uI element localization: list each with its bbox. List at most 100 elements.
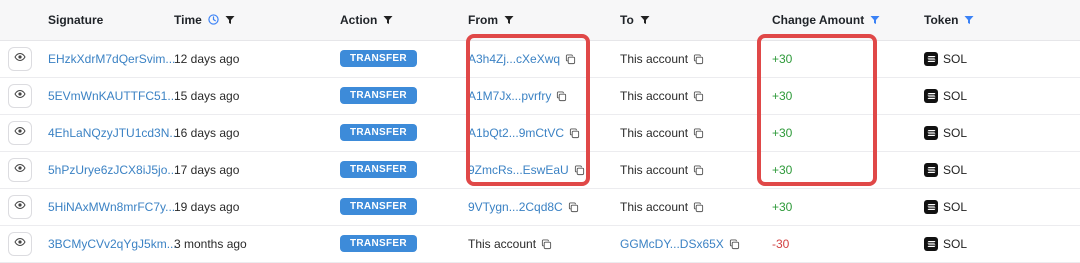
time-text: 19 days ago <box>174 199 240 214</box>
filter-icon[interactable] <box>640 15 650 25</box>
signature-link[interactable]: EHzkXdrM7dQerSvim... <box>48 52 175 66</box>
eye-icon <box>14 51 26 66</box>
time-text: 15 days ago <box>174 88 240 103</box>
token-symbol[interactable]: SOL <box>943 89 967 103</box>
from-cell: 9VTygn...2Cqd8C <box>468 188 620 226</box>
time-cell: 15 days ago <box>164 77 300 115</box>
filter-icon[interactable] <box>504 15 514 25</box>
clock-icon[interactable] <box>208 14 219 25</box>
token-symbol[interactable]: SOL <box>943 237 967 251</box>
action-badge: TRANSFER <box>340 198 417 215</box>
token-cell: SOL <box>924 40 1080 78</box>
eye-icon <box>14 162 26 177</box>
action-badge: TRANSFER <box>340 87 417 104</box>
filter-icon[interactable] <box>870 15 880 25</box>
from-cell: This account <box>468 225 620 263</box>
signature-cell: 5HiNAxMWn8mrFC7y... <box>38 188 175 226</box>
signature-link[interactable]: 4EhLaNQzyJTU1cd3N... <box>48 126 179 140</box>
time-cell: 12 days ago <box>164 40 300 78</box>
view-details-button[interactable] <box>8 46 32 71</box>
action-cell: TRANSFER <box>300 188 468 226</box>
sol-logo-icon <box>924 51 938 66</box>
header-time: Time <box>164 0 300 41</box>
to-cell: This account <box>620 188 772 226</box>
action-cell: TRANSFER <box>300 225 468 263</box>
signature-cell: EHzkXdrM7dQerSvim... <box>38 40 175 78</box>
token-symbol[interactable]: SOL <box>943 163 967 177</box>
signature-cell: 5EVmWnKAUTTFC51... <box>38 77 177 115</box>
token-symbol[interactable]: SOL <box>943 126 967 140</box>
time-cell: 16 days ago <box>164 114 300 152</box>
time-cell: 17 days ago <box>164 151 300 189</box>
view-details-button[interactable] <box>8 83 32 108</box>
token-cell: SOL <box>924 225 1080 263</box>
amount-cell: +30 <box>772 188 924 226</box>
token-cell: SOL <box>924 188 1080 226</box>
copy-icon[interactable] <box>568 201 579 213</box>
copy-icon[interactable] <box>693 201 704 213</box>
sol-logo-icon <box>924 125 938 140</box>
action-cell: TRANSFER <box>300 151 468 189</box>
change-amount: -30 <box>772 236 790 251</box>
action-badge: TRANSFER <box>340 124 417 141</box>
row-view-cell <box>0 151 38 189</box>
row-view-cell <box>0 40 38 78</box>
action-badge: TRANSFER <box>340 235 417 252</box>
time-text: 12 days ago <box>174 51 240 66</box>
token-symbol[interactable]: SOL <box>943 52 967 66</box>
eye-icon <box>14 199 26 214</box>
time-cell: 3 months ago <box>164 225 300 263</box>
view-details-button[interactable] <box>8 194 32 219</box>
from-address[interactable]: 9VTygn...2Cqd8C <box>468 200 563 214</box>
signature-link[interactable]: 3BCMyCVv2qYgJ5km... <box>48 237 177 251</box>
sol-logo-icon <box>924 88 938 103</box>
from-address: This account <box>468 236 537 251</box>
sol-logo-icon <box>924 199 938 214</box>
change-amount: +30 <box>772 199 793 214</box>
eye-icon <box>14 125 26 140</box>
view-details-button[interactable] <box>8 120 32 145</box>
to-address: This account <box>620 51 689 66</box>
to-cell: This account <box>620 114 772 152</box>
action-cell: TRANSFER <box>300 40 468 78</box>
sol-logo-icon <box>924 162 938 177</box>
transactions-panel: Signature Time Action From To Change Amo… <box>0 0 1080 263</box>
filter-icon[interactable] <box>383 15 393 25</box>
signature-cell: 4EhLaNQzyJTU1cd3N... <box>38 114 179 152</box>
to-address: This account <box>620 88 689 103</box>
row-view-cell <box>0 114 38 152</box>
from-column-highlight <box>466 34 590 186</box>
copy-icon[interactable] <box>693 127 704 139</box>
copy-icon[interactable] <box>693 90 704 102</box>
signature-cell: 5hPzUrye6zJCX8iJ5jo... <box>38 151 177 189</box>
header-spacer <box>0 0 38 41</box>
to-address: This account <box>620 199 689 214</box>
copy-icon[interactable] <box>729 238 740 250</box>
action-badge: TRANSFER <box>340 50 417 67</box>
copy-icon[interactable] <box>693 53 704 65</box>
eye-icon <box>14 236 26 251</box>
view-details-button[interactable] <box>8 157 32 182</box>
time-text: 17 days ago <box>174 162 240 177</box>
filter-icon[interactable] <box>225 15 235 25</box>
view-details-button[interactable] <box>8 231 32 256</box>
header-action-label: Action <box>340 12 378 27</box>
header-change-amount-label: Change Amount <box>772 12 865 27</box>
time-cell: 19 days ago <box>164 188 300 226</box>
token-cell: SOL <box>924 151 1080 189</box>
signature-link[interactable]: 5HiNAxMWn8mrFC7y... <box>48 200 175 214</box>
signature-link[interactable]: 5EVmWnKAUTTFC51... <box>48 89 177 103</box>
token-symbol[interactable]: SOL <box>943 200 967 214</box>
copy-icon[interactable] <box>541 238 552 250</box>
time-text: 3 months ago <box>174 236 247 251</box>
table-row: 3BCMyCVv2qYgJ5km... 3 months ago TRANSFER T… <box>0 225 1080 263</box>
to-address[interactable]: GGMcDY...DSx65X <box>620 237 724 251</box>
to-address: This account <box>620 162 689 177</box>
row-view-cell <box>0 77 38 115</box>
header-token-label: Token <box>924 12 959 27</box>
signature-link[interactable]: 5hPzUrye6zJCX8iJ5jo... <box>48 163 177 177</box>
copy-icon[interactable] <box>693 164 704 176</box>
header-signature-label: Signature <box>48 12 104 27</box>
to-cell: This account <box>620 40 772 78</box>
filter-icon[interactable] <box>964 15 974 25</box>
